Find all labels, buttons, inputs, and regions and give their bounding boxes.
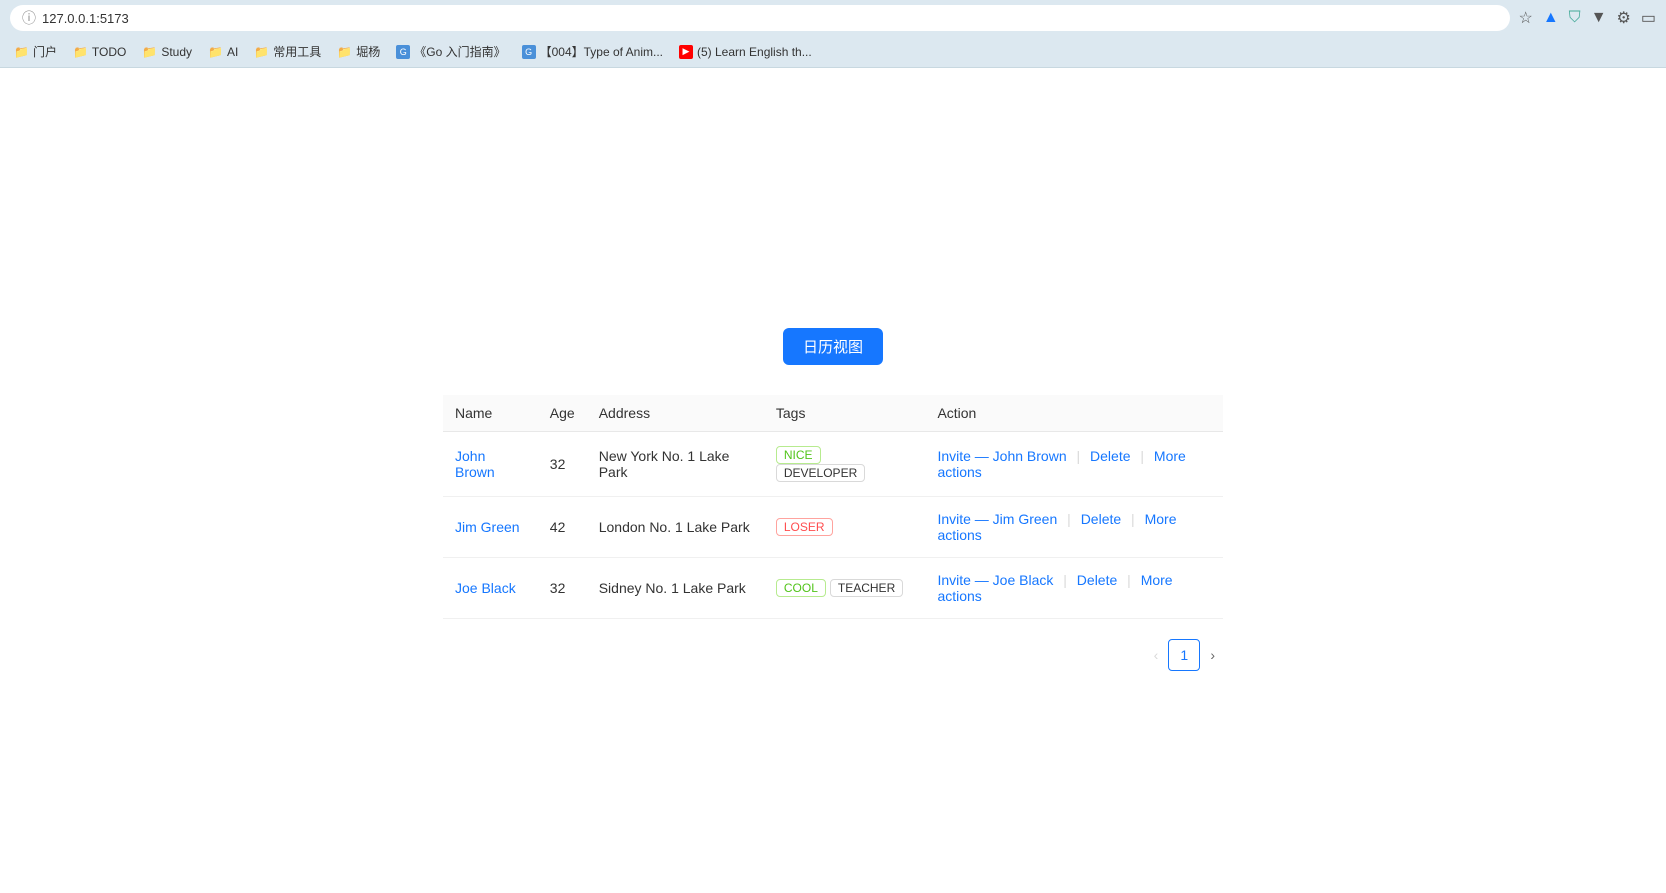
bookmark-label: TODO	[92, 45, 126, 59]
col-age: Age	[538, 395, 587, 432]
sep2: |	[1127, 572, 1131, 588]
tag-teacher: TEACHER	[830, 579, 903, 597]
settings-icon[interactable]: ⚙	[1617, 8, 1631, 28]
bookmark-youtube[interactable]: ▶ (5) Learn English th...	[673, 43, 818, 61]
table-row: Joe Black32Sidney No. 1 Lake ParkCOOLTEA…	[443, 558, 1223, 619]
age-cell: 32	[538, 432, 587, 497]
maximize-icon[interactable]: ▭	[1641, 8, 1656, 28]
col-address: Address	[587, 395, 764, 432]
tag-cool: COOL	[776, 579, 826, 597]
folder-icon: 📁	[142, 45, 157, 59]
table-row: Jim Green 42London No. 1 Lake Park LOSER I…	[443, 497, 1223, 558]
table-container: Name Age Address Tags Action John Brown 3…	[443, 395, 1223, 671]
sep2: |	[1131, 511, 1135, 527]
table-row: John Brown32New York No. 1 Lake ParkNICE…	[443, 432, 1223, 497]
bookmark-anim[interactable]: G 【004】Type of Anim...	[516, 41, 669, 62]
sep2: |	[1140, 448, 1144, 464]
tags-cell: LOSER	[764, 497, 926, 558]
age-cell: 32	[538, 558, 587, 619]
address-bar[interactable]: ⓘ 127.0.0.1:5173	[10, 5, 1510, 31]
extension-icon[interactable]: ⛉	[1569, 9, 1581, 27]
tag-developer: DEVELOPER	[776, 464, 865, 482]
pagination: ‹ 1 ›	[443, 639, 1223, 671]
tags-cell: COOLTEACHER	[764, 558, 926, 619]
info-icon: ⓘ	[22, 8, 36, 28]
page-1-button[interactable]: 1	[1168, 639, 1200, 671]
col-tags: Tags	[764, 395, 926, 432]
tag-nice: NICE	[776, 446, 821, 464]
invite-link[interactable]: Invite — Joe Black	[937, 572, 1053, 588]
folder-icon: 📁	[337, 45, 352, 59]
bookmark-label: 常用工具	[273, 43, 321, 60]
bookmark-ai[interactable]: 📁 AI	[202, 43, 244, 61]
prev-page-button[interactable]: ‹	[1150, 643, 1163, 667]
folder-icon: 📁	[208, 45, 223, 59]
bookmark-todo[interactable]: 📁 TODO	[67, 43, 132, 61]
bookmark-label: 门户	[33, 43, 57, 60]
invite-link[interactable]: Invite — John Brown	[937, 448, 1066, 464]
age-cell: 42	[538, 497, 587, 558]
folder-icon: 📁	[14, 45, 29, 59]
yt-favicon: ▶	[679, 45, 693, 59]
bookmark-duyang[interactable]: 📁 堀杨	[331, 41, 386, 62]
address-cell: New York No. 1 Lake Park	[587, 432, 764, 497]
address-text: 127.0.0.1:5173	[42, 11, 129, 26]
bookmark-label: 堀杨	[356, 43, 380, 60]
bookmarks-bar: 📁 门户 📁 TODO 📁 Study 📁 AI 📁 常用工具 📁 堀杨 G 《…	[0, 36, 1666, 68]
calendar-button[interactable]: 日历视图	[783, 328, 883, 365]
browser-icons: ☆ ▲ ⛉ ▼ ⚙ ▭	[1518, 8, 1656, 28]
delete-link[interactable]: Delete	[1077, 572, 1117, 588]
bookmark-go-guide[interactable]: G 《Go 入门指南》	[390, 41, 511, 62]
col-action: Action	[925, 395, 1223, 432]
bookmark-label: AI	[227, 45, 238, 59]
address-cell: Sidney No. 1 Lake Park	[587, 558, 764, 619]
go-favicon-2: G	[522, 45, 536, 59]
name-link[interactable]: Joe Black	[455, 580, 516, 596]
dropdown-icon[interactable]: ▼	[1591, 9, 1607, 27]
bookmark-label: 【004】Type of Anim...	[540, 43, 663, 60]
name-link[interactable]: Jim Green	[455, 519, 520, 535]
action-cell: Invite — Joe Black | Delete | More actio…	[925, 558, 1223, 619]
tag-loser: LOSER	[776, 518, 833, 536]
bookmark-label: Study	[161, 45, 192, 59]
data-table: Name Age Address Tags Action John Brown 3…	[443, 395, 1223, 619]
sep1: |	[1077, 448, 1081, 464]
action-cell: Invite — John Brown | Delete | More acti…	[925, 432, 1223, 497]
bookmark-study[interactable]: 📁 Study	[136, 43, 198, 61]
address-bar-row: ⓘ 127.0.0.1:5173 ☆ ▲ ⛉ ▼ ⚙ ▭	[0, 0, 1666, 36]
bookmark-label: 《Go 入门指南》	[414, 43, 505, 60]
action-cell: Invite — Jim Green | Delete | More actio…	[925, 497, 1223, 558]
bookmark-tools[interactable]: 📁 常用工具	[248, 41, 327, 62]
tags-cell: NICEDEVELOPER	[764, 432, 926, 497]
col-name: Name	[443, 395, 538, 432]
sep1: |	[1067, 511, 1071, 527]
bookmark-label: (5) Learn English th...	[697, 45, 812, 59]
name-link[interactable]: John Brown	[455, 448, 495, 480]
next-page-button[interactable]: ›	[1206, 643, 1219, 667]
sep1: |	[1063, 572, 1067, 588]
table-header-row: Name Age Address Tags Action	[443, 395, 1223, 432]
address-cell: London No. 1 Lake Park	[587, 497, 764, 558]
delete-link[interactable]: Delete	[1090, 448, 1130, 464]
browser-chrome: ⓘ 127.0.0.1:5173 ☆ ▲ ⛉ ▼ ⚙ ▭ 📁 门户 📁 TODO…	[0, 0, 1666, 68]
page-content: 日历视图 Name Age Address Tags Action John B…	[0, 68, 1666, 893]
delete-link[interactable]: Delete	[1081, 511, 1121, 527]
go-favicon: G	[396, 45, 410, 59]
bookmark-portal[interactable]: 📁 门户	[8, 41, 63, 62]
shield-icon[interactable]: ▲	[1543, 9, 1559, 27]
invite-link[interactable]: Invite — Jim Green	[937, 511, 1057, 527]
folder-icon: 📁	[73, 45, 88, 59]
folder-icon: 📁	[254, 45, 269, 59]
star-icon[interactable]: ☆	[1518, 8, 1532, 28]
